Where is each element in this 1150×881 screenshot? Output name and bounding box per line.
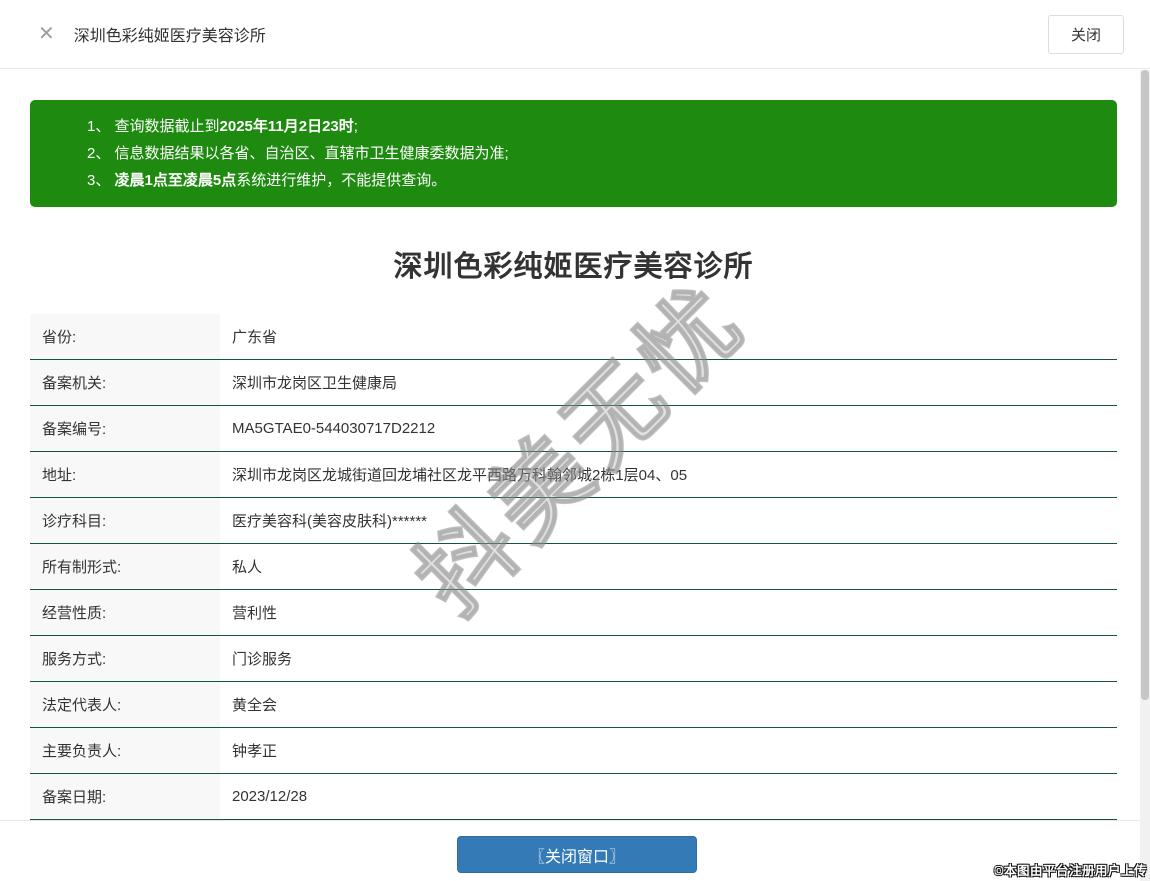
notice-line: 2、 信息数据结果以各省、自治区、直辖市卫生健康委数据为准; bbox=[87, 145, 509, 162]
close-x-icon[interactable]: ✕ bbox=[38, 24, 55, 44]
table-row: 备案编号: MA5GTAE0-544030717D2212 bbox=[30, 406, 1117, 452]
field-value: 医疗美容科(美容皮肤科)****** bbox=[232, 513, 428, 530]
table-row: 服务方式: 门诊服务 bbox=[30, 636, 1117, 682]
table-row: 经营性质: 营利性 bbox=[30, 590, 1117, 636]
field-label: 法定代表人: bbox=[30, 682, 220, 727]
table-row: 所有制形式: 私人 bbox=[30, 544, 1117, 590]
table-row: 诊疗科目: 医疗美容科(美容皮肤科)****** bbox=[30, 498, 1117, 544]
window-title: 深圳色彩纯姬医疗美容诊所 bbox=[73, 28, 266, 45]
field-value: 钟孝正 bbox=[232, 743, 278, 760]
field-value: MA5GTAE0-544030717D2212 bbox=[232, 420, 436, 437]
field-label: 备案机关: bbox=[30, 360, 220, 405]
field-value: 深圳市龙岗区卫生健康局 bbox=[232, 375, 398, 392]
field-label: 所有制形式: bbox=[30, 544, 220, 589]
table-row: 备案机关: 深圳市龙岗区卫生健康局 bbox=[30, 360, 1117, 406]
table-row: 主要负责人: 钟孝正 bbox=[30, 728, 1117, 774]
close-window-button[interactable]: 〖关闭窗口〗 bbox=[457, 836, 697, 873]
field-label: 主要负责人: bbox=[30, 728, 220, 773]
table-row: 地址: 深圳市龙岗区龙城街道回龙埔社区龙平西路万科翰邻城2栋1层04、05 bbox=[30, 452, 1117, 498]
table-row: 法定代表人: 黄全会 bbox=[30, 682, 1117, 728]
field-value: 营利性 bbox=[232, 605, 278, 622]
field-value: 黄全会 bbox=[232, 697, 278, 714]
field-value: 门诊服务 bbox=[232, 651, 293, 668]
field-value: 2023/12/28 bbox=[232, 788, 308, 805]
page-title: 深圳色彩纯姬医疗美容诊所 bbox=[393, 251, 754, 283]
notice-box: 1、 查询数据截止到2025年11月2日23时; 2、 信息数据结果以各省、自治… bbox=[30, 100, 1117, 207]
bottom-divider bbox=[0, 820, 1140, 821]
field-value: 私人 bbox=[232, 559, 263, 576]
field-value: 广东省 bbox=[232, 329, 278, 346]
info-table: 省份: 广东省 备案机关: 深圳市龙岗区卫生健康局 备案编号: MA5GTAE0… bbox=[30, 314, 1117, 820]
notice-line: 1、 查询数据截止到2025年11月2日23时; bbox=[87, 118, 358, 135]
table-row: 省份: 广东省 bbox=[30, 314, 1117, 360]
field-label: 经营性质: bbox=[30, 590, 220, 635]
field-label: 地址: bbox=[30, 452, 220, 497]
field-value: 深圳市龙岗区龙城街道回龙埔社区龙平西路万科翰邻城2栋1层04、05 bbox=[232, 467, 688, 484]
field-label: 省份: bbox=[30, 314, 220, 359]
field-label: 诊疗科目: bbox=[30, 498, 220, 543]
notice-line: 3、 凌晨1点至凌晨5点系统进行维护，不能提供查询。 bbox=[87, 172, 447, 189]
field-label: 备案编号: bbox=[30, 406, 220, 451]
copyright-text: ©本图由平台注册用户上传 bbox=[994, 864, 1147, 878]
page-content: 1、 查询数据截止到2025年11月2日23时; 2、 信息数据结果以各省、自治… bbox=[0, 100, 1150, 820]
field-label: 备案日期: bbox=[30, 774, 220, 819]
window-header: ✕ 深圳色彩纯姬医疗美容诊所 关闭 bbox=[0, 0, 1150, 69]
table-row: 备案日期: 2023/12/28 bbox=[30, 774, 1117, 820]
close-button[interactable]: 关闭 bbox=[1048, 15, 1124, 54]
field-label: 服务方式: bbox=[30, 636, 220, 681]
